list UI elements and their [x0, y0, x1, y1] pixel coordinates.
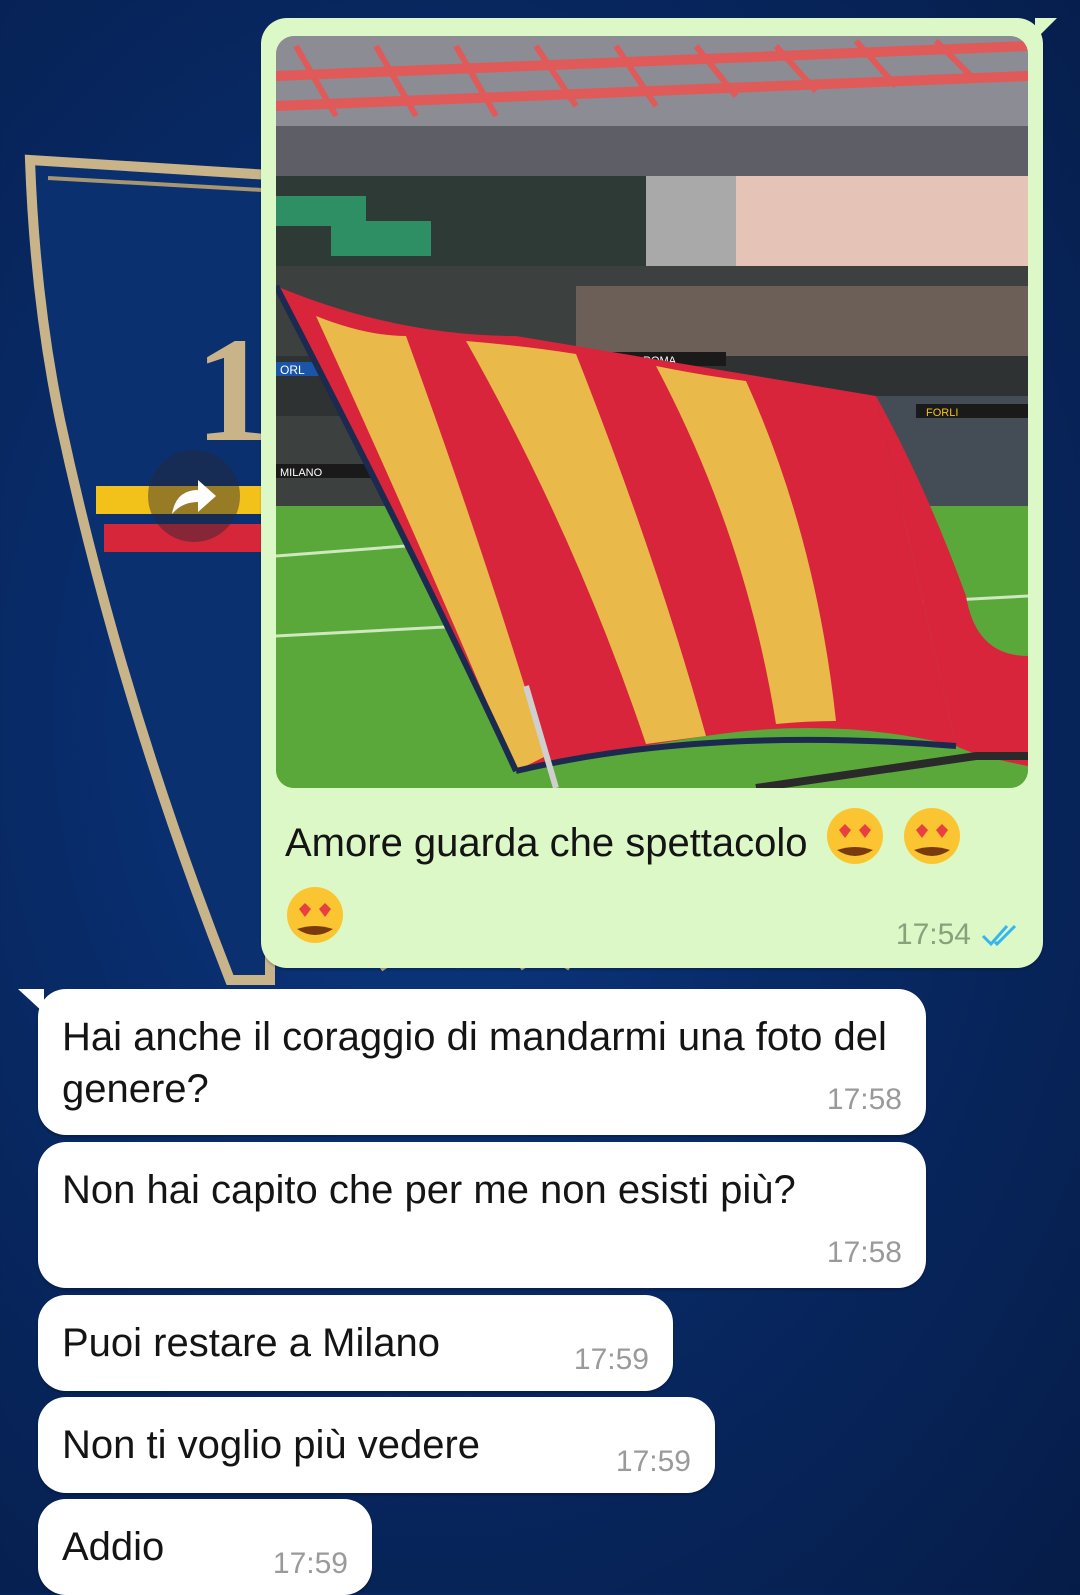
- stadium-flag-photo[interactable]: ORL BOTS ROMA MILANO FORLI: [276, 36, 1028, 788]
- message-time: 17:59: [272, 1547, 348, 1580]
- double-check-read-icon: [981, 924, 1017, 947]
- message-time: 17:58: [826, 1083, 902, 1116]
- photo-banner-4: FORLI: [926, 407, 958, 419]
- message-time: 17:59: [573, 1343, 649, 1376]
- incoming-message[interactable]: Non hai capito che per me non esisti più…: [38, 1142, 926, 1288]
- incoming-message[interactable]: Non ti voglio più vedere 17:59: [38, 1397, 715, 1493]
- incoming-message[interactable]: Addio 17:59: [38, 1499, 372, 1595]
- message-time: 17:54: [895, 918, 971, 951]
- heart-eyes-emoji: [825, 806, 885, 885]
- photo-banner-3: MILANO: [280, 467, 323, 479]
- message-text: Puoi restare a Milano: [62, 1321, 440, 1365]
- crest-number: 1: [195, 307, 270, 473]
- forward-arrow-icon: [172, 480, 216, 514]
- message-time: 17:59: [615, 1445, 691, 1478]
- incoming-message[interactable]: Puoi restare a Milano 17:59: [38, 1295, 673, 1391]
- incoming-message[interactable]: Hai anche il coraggio di mandarmi una fo…: [18, 989, 926, 1135]
- heart-eyes-emoji: [902, 806, 962, 885]
- message-text: Non hai capito che per me non esisti più…: [62, 1168, 796, 1212]
- message-text: Addio: [62, 1525, 165, 1569]
- heart-eyes-emoji: [285, 885, 345, 964]
- outgoing-image-message[interactable]: ORL BOTS ROMA MILANO FORLI Amore guarda …: [261, 18, 1057, 968]
- caption-text: Amore guarda che spettacolo: [285, 821, 808, 866]
- message-text: Hai anche il coraggio di mandarmi una fo…: [62, 1015, 887, 1111]
- photo-banner-1: ORL: [280, 363, 305, 377]
- message-meta: 17:54: [896, 918, 1021, 952]
- message-text: Non ti voglio più vedere: [62, 1423, 481, 1467]
- message-time: 17:58: [826, 1236, 902, 1269]
- forward-button[interactable]: [148, 450, 240, 542]
